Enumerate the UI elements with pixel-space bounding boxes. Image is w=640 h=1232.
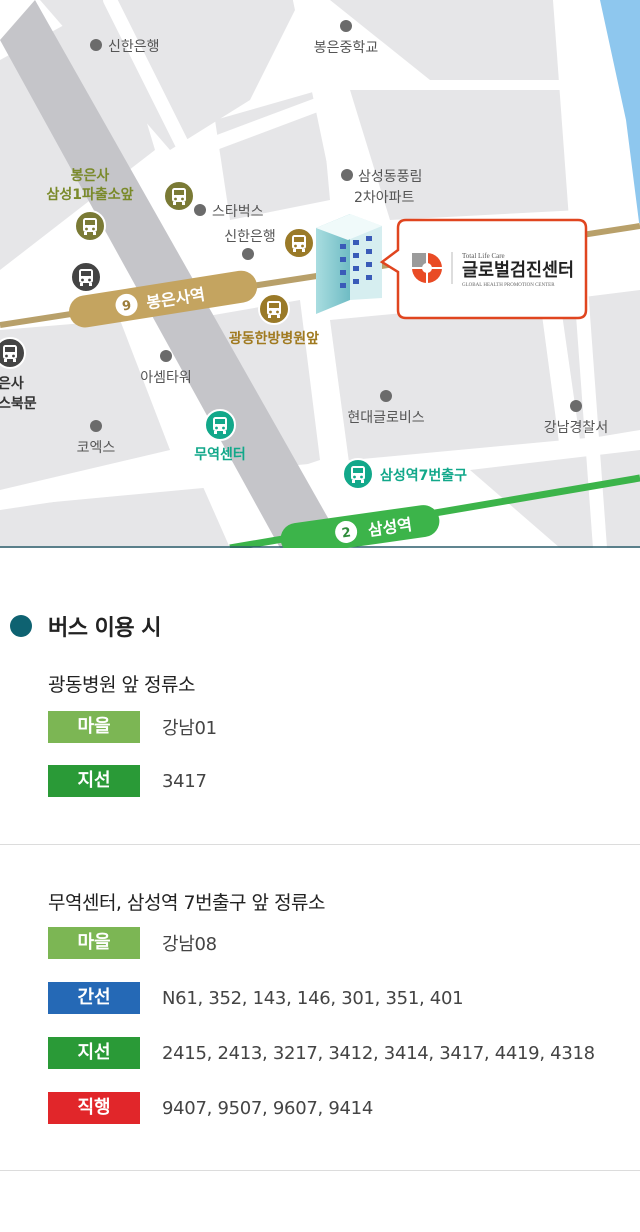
route-numbers: 3417	[162, 770, 207, 792]
landmark-dot	[242, 248, 254, 260]
bus-stop-marker	[342, 458, 374, 490]
center-name: 글로벌검진센터	[462, 260, 574, 281]
bus-stop-label: 스북문	[0, 396, 37, 412]
section-title: 버스 이용 시	[48, 616, 162, 641]
bus-stop-marker	[258, 293, 290, 325]
bullet-dot-icon	[10, 615, 32, 637]
bus-stop-marker	[204, 409, 236, 441]
landmark-label: 2차아파트	[354, 190, 415, 206]
route-type-badge: 지선	[48, 765, 140, 797]
bus-stop-label: 은사	[0, 376, 24, 392]
center-subtitle: GLOBAL HEALTH PROMOTION CENTER	[462, 283, 555, 288]
route-numbers: 강남08	[162, 934, 217, 955]
bus-stop-marker	[0, 337, 26, 369]
landmark-label: 신한은행	[108, 39, 160, 55]
landmark-label: 코엑스	[77, 440, 116, 456]
landmark-dot	[90, 420, 102, 432]
bus-stop-label: 삼성역7번출구	[380, 467, 467, 484]
landmark-dot	[194, 204, 206, 216]
route-numbers: N61, 352, 143, 146, 301, 351, 401	[162, 987, 464, 1009]
landmark-dot	[570, 400, 582, 412]
stop-name: 무역센터, 삼성역 7번출구 앞 정류소	[48, 892, 326, 914]
stop-name: 광동병원 앞 정류소	[48, 674, 195, 696]
bus-stop-label: 광동한방병원앞	[229, 330, 319, 347]
landmark-label: 현대글로비스	[347, 410, 424, 426]
route-row: 마을 강남08	[48, 927, 217, 959]
route-type-badge: 직행	[48, 1092, 140, 1124]
bus-stop-marker	[163, 180, 195, 212]
landmark-label: 스타벅스	[212, 204, 264, 220]
route-row: 직행 9407, 9507, 9607, 9414	[48, 1092, 373, 1124]
landmark-label: 아셈타워	[140, 370, 192, 386]
bus-stop-label: 삼성1파출소앞	[46, 186, 133, 203]
bus-stop-marker	[74, 210, 106, 242]
divider	[0, 1170, 640, 1171]
route-type-badge: 간선	[48, 982, 140, 1014]
landmark-label: 삼성동풍림	[358, 169, 422, 185]
landmark-dot	[340, 20, 352, 32]
divider	[0, 844, 640, 845]
route-type-badge: 마을	[48, 927, 140, 959]
route-numbers: 9407, 9507, 9607, 9414	[162, 1097, 373, 1119]
landmark-label: 봉은중학교	[314, 40, 379, 56]
route-row: 지선 3417	[48, 765, 207, 797]
bus-stop-marker	[70, 261, 102, 293]
route-row: 마을 강남01	[48, 711, 217, 743]
bus-stop-label: 봉은사	[71, 168, 110, 184]
center-callout: Total Life Care 글로벌검진센터 GLOBAL HEALTH PR…	[379, 218, 588, 320]
center-tagline: Total Life Care	[462, 252, 505, 260]
bus-stop-marker	[283, 227, 315, 259]
landmark-dot	[160, 350, 172, 362]
location-map: 신한은행 봉은중학교 삼성동풍림 2차아파트 스타벅스 신한은행 아셈타워 현대…	[0, 0, 640, 548]
route-numbers: 강남01	[162, 718, 217, 739]
route-row: 간선 N61, 352, 143, 146, 301, 351, 401	[48, 982, 464, 1014]
section-heading: 버스 이용 시	[10, 610, 162, 642]
landmark-dot	[341, 169, 353, 181]
landmark-dot	[380, 390, 392, 402]
bus-stop-label: 무역센터	[194, 446, 246, 463]
center-logo-icon	[412, 253, 442, 283]
route-type-badge: 지선	[48, 1037, 140, 1069]
landmark-label: 신한은행	[224, 229, 276, 245]
route-row: 지선 2415, 2413, 3217, 3412, 3414, 3417, 4…	[48, 1037, 595, 1069]
landmark-label: 강남경찰서	[544, 420, 608, 436]
route-type-badge: 마을	[48, 711, 140, 743]
landmark-dot	[90, 39, 102, 51]
route-numbers: 2415, 2413, 3217, 3412, 3414, 3417, 4419…	[162, 1042, 595, 1064]
